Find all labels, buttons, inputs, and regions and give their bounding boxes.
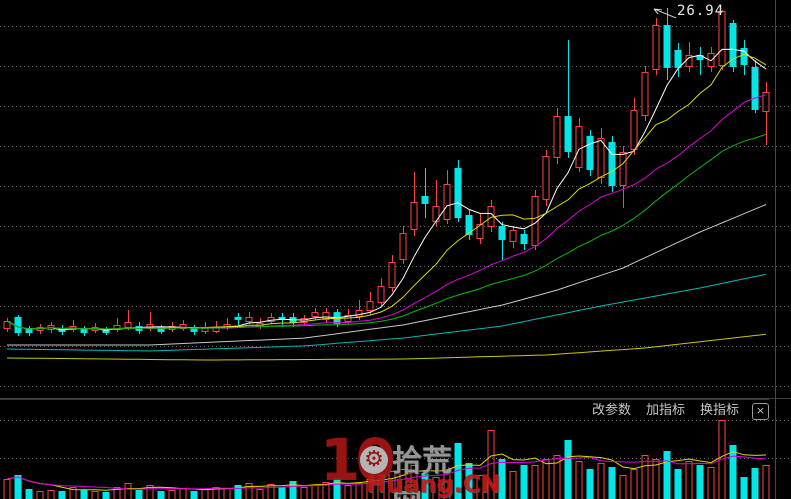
candlestick-chart[interactable]: [0, 0, 791, 499]
annotation-arrow: [653, 8, 677, 19]
candles-group: [3, 7, 770, 336]
high-price-annotation: 26.94: [677, 3, 725, 19]
grid-lines: [0, 26, 791, 459]
stock-chart-window: 26.94 改参数 加指标 换指标 × 10 ⚙ 拾荒网 Huang.CN: [0, 0, 791, 499]
watermark-domain: Huang.CN: [366, 470, 501, 498]
change-params-button[interactable]: 改参数: [592, 401, 631, 421]
ma-lines: [6, 48, 767, 331]
indicator-toolbar: 改参数 加指标 换指标 ×: [0, 399, 769, 422]
add-indicator-button[interactable]: 加指标: [646, 401, 685, 421]
close-icon[interactable]: ×: [752, 402, 769, 420]
switch-indicator-button[interactable]: 换指标: [700, 401, 739, 421]
watermark: 10 ⚙ 拾荒网 Huang.CN: [320, 426, 500, 499]
long-ma-lines: [6, 204, 767, 361]
